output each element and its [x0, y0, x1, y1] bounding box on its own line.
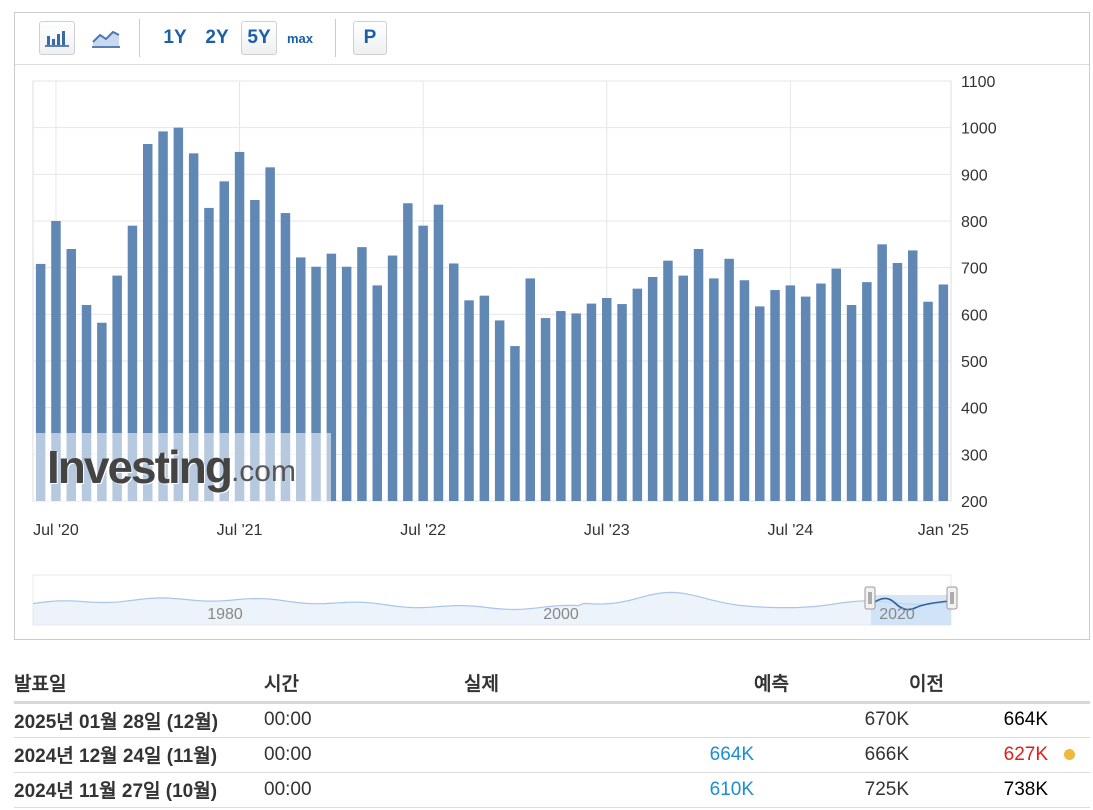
x-tick-label: Jan '25 — [918, 522, 969, 539]
row-time: 00:00 — [264, 702, 464, 738]
navigator-handle[interactable] — [864, 586, 876, 610]
bar — [494, 320, 505, 501]
y-tick-label: 1100 — [961, 74, 996, 91]
bar — [525, 278, 535, 501]
bar — [800, 296, 811, 501]
navigator-year-label: 1980 — [207, 606, 243, 623]
bar — [678, 275, 688, 501]
bar — [387, 255, 398, 501]
bar — [449, 263, 459, 501]
table-header-row: 발표일 시간 실제 예측 이전 — [14, 664, 1090, 704]
bar — [571, 313, 581, 501]
y-tick-label: 1000 — [961, 121, 997, 138]
navigator-year-label: 2020 — [879, 606, 915, 623]
bar — [724, 258, 734, 501]
table-row: 2024년 12월 24일 (11월) 00:00 664K 666K 627K — [14, 737, 1090, 773]
bar — [755, 306, 765, 501]
revision-dot-icon — [1064, 748, 1075, 760]
row-previous: 627K — [909, 737, 1048, 773]
row-actual: 664K — [464, 737, 754, 773]
x-tick-label: Jul '24 — [767, 522, 813, 539]
row-date: 2024년 12월 24일 (11월) — [14, 737, 264, 773]
bar — [877, 244, 887, 502]
release-table: 발표일 시간 실제 예측 이전 2025년 01월 28일 (12월) 00:0… — [14, 664, 1090, 808]
row-forecast: 725K — [754, 772, 909, 808]
bar — [709, 278, 719, 501]
bar — [632, 288, 643, 501]
row-status — [1048, 737, 1090, 773]
col-release-date: 발표일 — [14, 664, 264, 704]
row-time: 00:00 — [264, 737, 464, 773]
row-actual: 610K — [464, 772, 754, 808]
x-tick-label: Jul '22 — [400, 522, 446, 539]
navigator-handle[interactable] — [946, 586, 958, 610]
bar — [693, 249, 704, 501]
y-tick-label: 900 — [961, 167, 988, 184]
bar — [586, 303, 597, 501]
bar — [663, 260, 673, 501]
col-time: 시간 — [264, 664, 464, 704]
row-actual — [464, 702, 754, 738]
row-previous: 738K — [909, 772, 1048, 808]
table-row: 2024년 11월 27일 (10월) 00:00 610K 725K 738K — [14, 772, 1090, 808]
bar — [908, 250, 918, 501]
navigator-year-label: 2000 — [543, 606, 579, 623]
row-forecast: 670K — [754, 702, 909, 738]
row-status — [1048, 772, 1090, 808]
col-forecast: 예측 — [754, 664, 909, 704]
bar — [831, 268, 841, 501]
y-tick-label: 800 — [961, 214, 988, 231]
bar — [540, 318, 551, 501]
y-tick-label: 300 — [961, 447, 988, 464]
y-tick-label: 500 — [961, 354, 988, 371]
table-row: 2025년 01월 28일 (12월) 00:00 670K 664K — [14, 702, 1090, 738]
bar — [556, 311, 566, 501]
watermark-brand: Investing — [47, 441, 233, 493]
bar — [739, 280, 750, 501]
bar — [938, 284, 949, 501]
watermark-domain: .com — [230, 455, 296, 488]
bar — [372, 285, 382, 501]
bar — [647, 277, 658, 501]
bar — [341, 266, 352, 501]
bar — [510, 346, 520, 501]
bar — [846, 305, 857, 501]
bar — [418, 225, 428, 501]
x-tick-label: Jul '20 — [33, 522, 79, 539]
row-time: 00:00 — [264, 772, 464, 808]
investing-watermark: Investing .com — [35, 433, 331, 501]
row-date: 2025년 01월 28일 (12월) — [14, 702, 264, 738]
col-status — [1048, 664, 1090, 704]
chart-container: 1Y 2Y 5Y max P 200 300 400 500 600 700 800 900 1… — [14, 12, 1090, 640]
bar — [617, 304, 627, 501]
col-actual: 실제 — [464, 664, 754, 704]
row-forecast: 666K — [754, 737, 909, 773]
y-tick-label: 200 — [961, 494, 988, 511]
bar — [770, 290, 780, 501]
bar — [357, 247, 367, 501]
bar — [479, 295, 490, 501]
bar — [892, 263, 903, 501]
bar-chart: 200 300 400 500 600 700 800 900 1000 1100 Jul '20 J… — [32, 74, 997, 626]
bar — [816, 283, 826, 501]
x-tick-label: Jul '23 — [584, 522, 630, 539]
bar — [433, 204, 444, 501]
y-tick-label: 600 — [961, 307, 988, 324]
x-tick-label: Jul '21 — [217, 522, 263, 539]
y-tick-label: 700 — [961, 261, 988, 278]
col-previous: 이전 — [909, 664, 1048, 704]
row-previous: 664K — [909, 702, 1048, 738]
bar — [785, 285, 796, 501]
row-status — [1048, 702, 1090, 738]
row-date: 2024년 11월 27일 (10월) — [14, 772, 264, 808]
bar — [403, 203, 413, 501]
bar — [602, 298, 612, 501]
y-tick-label: 400 — [961, 401, 988, 418]
bar — [862, 282, 872, 501]
bar — [464, 300, 474, 501]
bar — [923, 301, 933, 501]
